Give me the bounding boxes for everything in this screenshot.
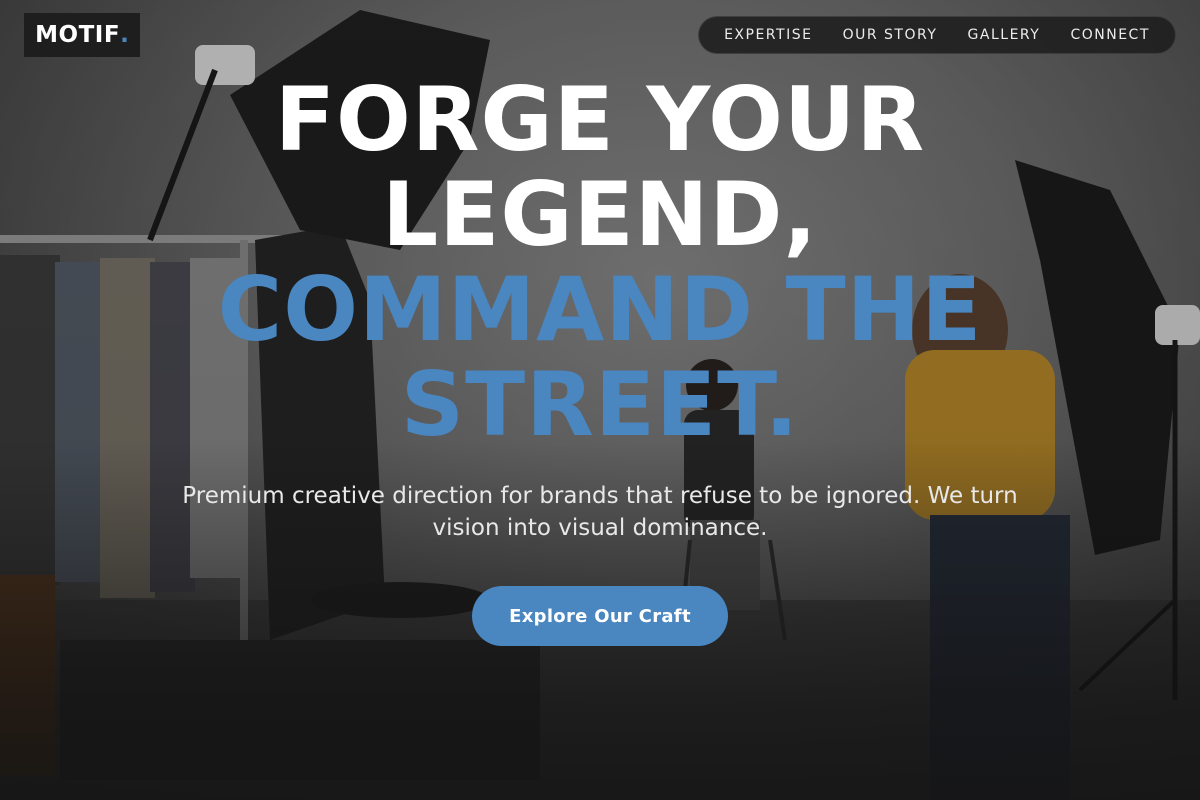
hero-section: FORGE YOUR LEGEND, COMMAND THE STREET. <box>0 72 1200 452</box>
nav-link-expertise[interactable]: EXPERTISE <box>724 27 812 43</box>
headline-line-1: FORGE YOUR <box>274 68 926 171</box>
hero-subtitle: Premium creative direction for brands th… <box>182 483 1018 541</box>
headline-line-2: LEGEND, <box>382 163 818 266</box>
nav-link-our-story[interactable]: OUR STORY <box>843 27 938 43</box>
brand-dot: . <box>120 22 129 48</box>
brand-name: MOTIF <box>35 22 121 48</box>
headline-line-3: COMMAND THE <box>217 258 983 361</box>
nav-link-connect[interactable]: CONNECT <box>1070 27 1149 43</box>
hero-headline: FORGE YOUR LEGEND, COMMAND THE STREET. <box>0 72 1200 452</box>
explore-craft-button[interactable]: Explore Our Craft <box>472 586 728 646</box>
headline-line-4: STREET. <box>400 353 800 456</box>
landing-page: MOTIF. EXPERTISE OUR STORY GALLERY CONNE… <box>0 0 1200 800</box>
nav-link-gallery[interactable]: GALLERY <box>968 27 1041 43</box>
main-navigation: EXPERTISE OUR STORY GALLERY CONNECT <box>698 16 1176 54</box>
brand-logo[interactable]: MOTIF. <box>24 13 140 57</box>
